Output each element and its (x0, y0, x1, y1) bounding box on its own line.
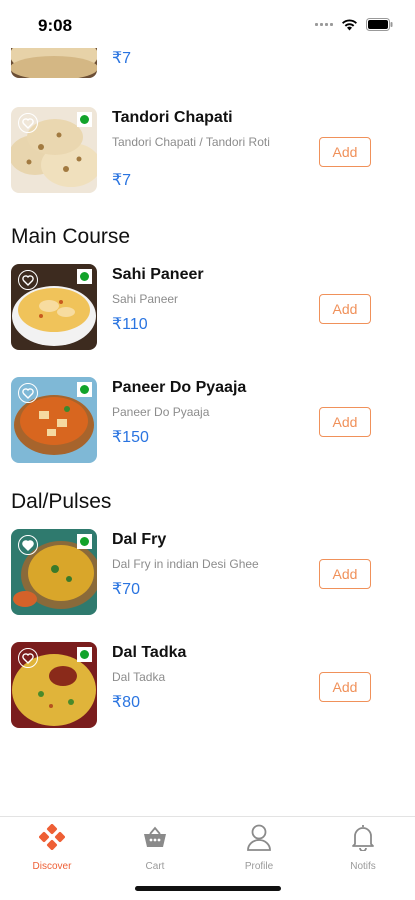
item-description: Dal Fry in indian Desi Ghee (112, 557, 259, 571)
list-item[interactable]: Sahi Paneer Sahi Paneer ₹110 Add (0, 264, 415, 364)
item-name: Dal Tadka (112, 644, 187, 661)
item-description: Dal Tadka (112, 670, 166, 684)
list-item[interactable]: Paneer Do Pyaaja Paneer Do Pyaaja ₹150 A… (0, 377, 415, 477)
section-title: Dal/Pulses (11, 490, 112, 513)
status-time: 9:08 (38, 16, 73, 35)
add-button[interactable]: Add (319, 137, 371, 167)
profile-icon (245, 823, 273, 851)
tab-label: Profile (244, 861, 274, 872)
status-icons (315, 18, 393, 31)
item-name: Dal Fry (112, 531, 167, 548)
veg-indicator-icon (77, 647, 92, 662)
item-price: ₹80 (112, 694, 140, 711)
heart-icon[interactable] (18, 270, 38, 290)
item-name: Sahi Paneer (112, 266, 204, 283)
food-image (11, 107, 97, 193)
discover-icon (38, 823, 66, 851)
item-price: ₹150 (112, 429, 149, 446)
tab-profile[interactable]: Profile (214, 823, 304, 879)
item-description: Tandori Chapati / Tandori Roti (112, 135, 270, 149)
item-description: Paneer Do Pyaaja (112, 405, 210, 419)
food-image (11, 377, 97, 463)
veg-indicator-icon (77, 269, 92, 284)
item-description: Sahi Paneer (112, 292, 179, 306)
food-image (11, 642, 97, 728)
heart-icon[interactable] (18, 535, 38, 555)
heart-icon[interactable] (18, 648, 38, 668)
tab-notifs[interactable]: Notifs (318, 823, 408, 879)
food-image (11, 48, 97, 78)
battery-icon (366, 18, 393, 31)
home-indicator (135, 886, 281, 891)
veg-indicator-icon (77, 112, 92, 127)
list-item[interactable]: Dal Tadka Dal Tadka ₹80 Add (0, 642, 415, 742)
tab-cart[interactable]: Cart (110, 823, 200, 879)
item-price: ₹110 (112, 316, 148, 333)
list-item-partial[interactable]: ₹7 (0, 48, 415, 100)
bell-icon (349, 823, 377, 851)
add-button[interactable]: Add (319, 559, 371, 589)
item-price: ₹70 (112, 581, 140, 598)
item-name: Tandori Chapati (112, 109, 233, 126)
add-button[interactable]: Add (319, 294, 371, 324)
list-item[interactable]: Dal Fry Dal Fry in indian Desi Ghee ₹70 … (0, 529, 415, 629)
status-bar: 9:08 (0, 0, 415, 48)
item-name: Paneer Do Pyaaja (112, 379, 247, 396)
food-image (11, 529, 97, 615)
veg-indicator-icon (77, 534, 92, 549)
cellular-signal-icon (315, 23, 333, 26)
wifi-icon (342, 19, 357, 31)
heart-icon[interactable] (18, 113, 38, 133)
item-price: ₹7 (112, 172, 132, 189)
menu-list[interactable]: ₹7 Tandori Chapati Tandori Chapati / Tan… (0, 48, 415, 816)
tab-label: Cart (145, 861, 165, 872)
basket-icon (141, 823, 169, 851)
tab-label: Notifs (350, 861, 376, 872)
list-item[interactable]: Tandori Chapati Tandori Chapati / Tandor… (0, 107, 415, 207)
veg-indicator-icon (77, 382, 92, 397)
heart-icon[interactable] (18, 383, 38, 403)
food-image (11, 264, 97, 350)
section-title: Main Course (11, 225, 131, 248)
tab-discover[interactable]: Discover (7, 823, 97, 879)
item-price: ₹7 (112, 50, 132, 67)
add-button[interactable]: Add (319, 407, 371, 437)
add-button[interactable]: Add (319, 672, 371, 702)
tab-label: Discover (32, 861, 72, 872)
